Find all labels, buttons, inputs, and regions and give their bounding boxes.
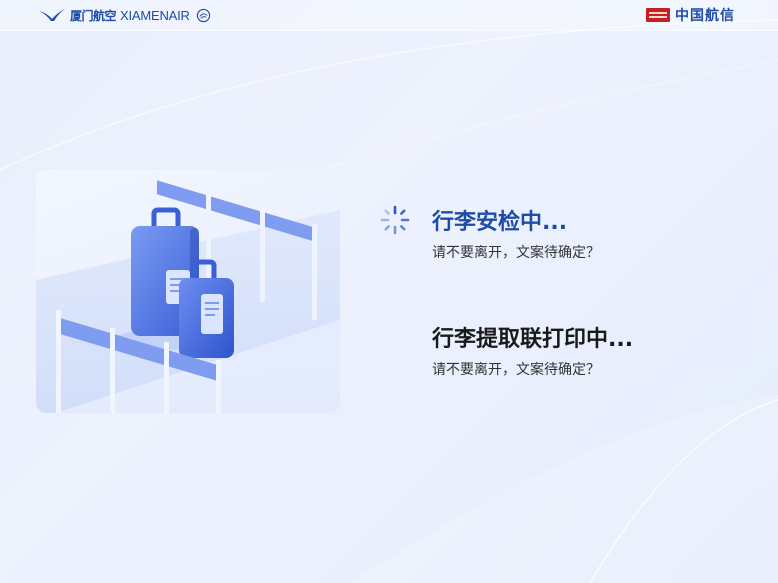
top-bar: 厦门航空 XIAMENAIR 中国航信	[0, 0, 778, 31]
status-baggage-tag-printing: 行李提取联打印中... 请不要离开，文案待确定？	[432, 321, 633, 379]
luggage-icon	[36, 172, 340, 413]
travelsky-logo: 中国航信	[646, 7, 735, 24]
egret-logo-icon	[39, 9, 65, 21]
travelsky-badge-icon	[646, 8, 670, 22]
xiamenair-en-name: XIAMENAIR	[120, 7, 190, 23]
travelsky-cn-name: 中国航信	[675, 8, 735, 24]
status-title: 行李安检中...	[432, 210, 568, 235]
seal-icon	[196, 8, 210, 22]
status-subtitle: 请不要离开，文案待确定？	[432, 245, 600, 261]
status-subtitle: 请不要离开，文案待确定？	[432, 362, 600, 378]
loading-spinner-icon	[380, 205, 410, 235]
status-baggage-security-check: 行李安检中... 请不要离开，文案待确定？	[432, 204, 600, 262]
xiamenair-cn-name: 厦门航空	[70, 8, 117, 23]
luggage-illustration	[36, 170, 340, 413]
status-title: 行李提取联打印中...	[432, 327, 634, 352]
xiamenair-logo: 厦门航空 XIAMENAIR	[38, 6, 211, 24]
